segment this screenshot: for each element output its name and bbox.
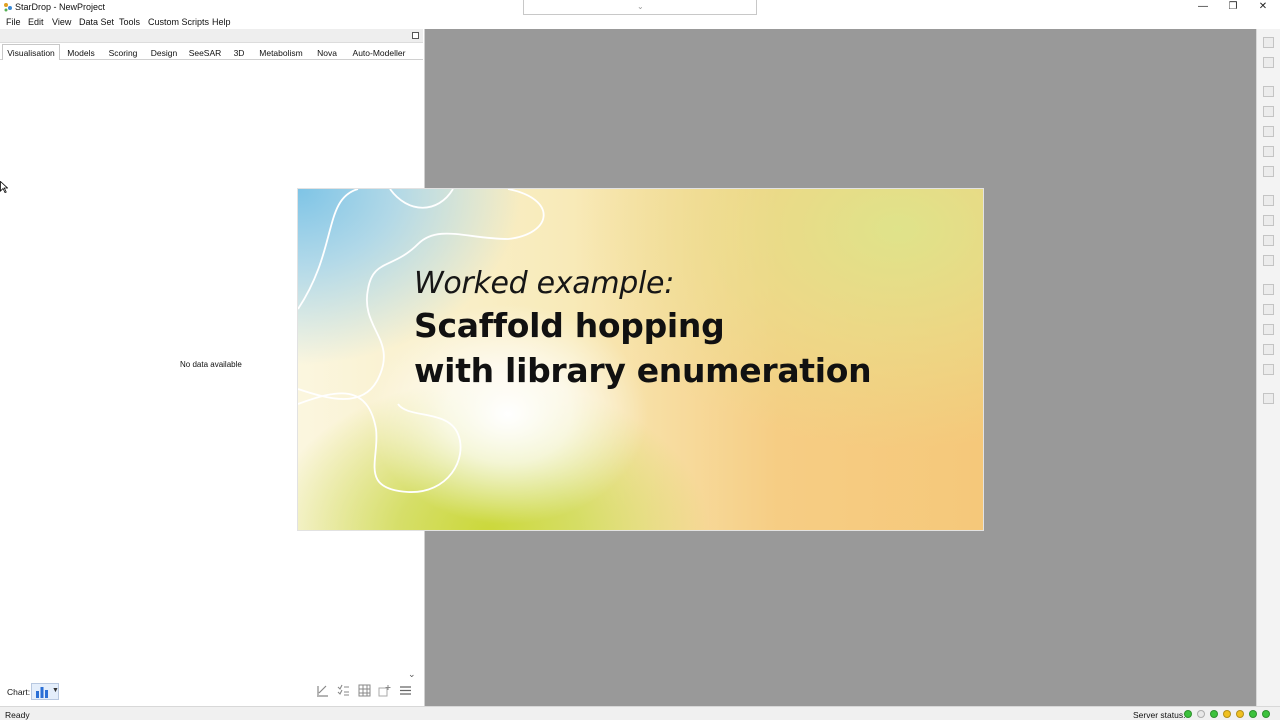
calculator-icon[interactable] <box>1263 235 1274 246</box>
tab-auto-modeller[interactable]: Auto-Modeller <box>349 46 409 60</box>
panel-tabs: Visualisation Models Scoring Design SeeS… <box>0 44 423 60</box>
chart-type-dropdown[interactable]: ▼ <box>31 683 59 700</box>
settings-icon[interactable] <box>1263 393 1274 404</box>
grid-view-icon[interactable] <box>358 684 371 697</box>
menu-data-set[interactable]: Data Set <box>79 17 114 27</box>
title-bar: StarDrop - NewProject ⌄ — ❐ ✕ <box>0 0 1280 15</box>
minimize-button[interactable]: — <box>1196 1 1210 13</box>
copy-icon[interactable] <box>1263 304 1274 315</box>
search-icon[interactable] <box>1263 195 1274 206</box>
menu-custom-scripts[interactable]: Custom Scripts <box>148 17 209 27</box>
panel-header <box>0 29 423 43</box>
float-panel-icon[interactable] <box>412 32 419 39</box>
right-toolbar <box>1256 29 1280 706</box>
dropdown-arrow-icon: ▼ <box>52 687 59 694</box>
server-status-light <box>1184 710 1192 718</box>
structure-icon[interactable] <box>1263 57 1274 68</box>
server-status-light <box>1249 710 1257 718</box>
server-status-light <box>1210 710 1218 718</box>
menu-bar: File Edit View Data Set Tools Custom Scr… <box>0 15 1280 29</box>
refresh-icon[interactable] <box>1263 344 1274 355</box>
function-icon[interactable] <box>1263 255 1274 266</box>
layout-icon[interactable] <box>1263 324 1274 335</box>
filter-icon[interactable] <box>1263 126 1274 137</box>
server-status-light <box>1236 710 1244 718</box>
empty-state-message: No data available <box>180 360 242 369</box>
menu-help[interactable]: Help <box>212 17 231 27</box>
chevron-down-icon[interactable]: ⌄ <box>408 669 416 680</box>
chart-type-label: Chart: <box>7 687 31 697</box>
status-bar: Ready Server status: <box>0 706 1280 720</box>
menu-edit[interactable]: Edit <box>28 17 44 27</box>
chevron-down-icon: ⌄ <box>637 2 644 11</box>
status-text: Ready <box>5 710 30 720</box>
funnel-icon[interactable] <box>1263 364 1274 375</box>
server-status-light <box>1262 710 1270 718</box>
menu-view[interactable]: View <box>52 17 71 27</box>
columns-icon[interactable] <box>1263 106 1274 117</box>
matrix-icon[interactable] <box>1263 166 1274 177</box>
mouse-cursor-icon <box>0 181 8 193</box>
close-button[interactable]: ✕ <box>1256 1 1270 13</box>
bar-chart-icon <box>36 687 48 698</box>
tab-3d[interactable]: 3D <box>230 46 248 60</box>
restore-button[interactable]: ❐ <box>1226 1 1240 13</box>
tab-nova[interactable]: Nova <box>314 46 340 60</box>
tab-scoring[interactable]: Scoring <box>106 46 140 60</box>
card-title-line-2: with library enumeration <box>414 351 872 390</box>
server-status-light <box>1223 710 1231 718</box>
card-title-line-1: Scaffold hopping <box>414 306 725 345</box>
checklist-icon[interactable] <box>337 684 350 697</box>
tab-metabolism[interactable]: Metabolism <box>256 46 306 60</box>
menu-tools[interactable]: Tools <box>119 17 140 27</box>
window-title: StarDrop - NewProject <box>15 2 106 12</box>
add-chart-icon[interactable] <box>378 684 391 697</box>
swap-icon[interactable] <box>1263 146 1274 157</box>
tab-seesar[interactable]: SeeSAR <box>188 46 222 60</box>
edit-chart-icon[interactable] <box>316 684 329 697</box>
rows-icon[interactable] <box>1263 284 1274 295</box>
table-view-icon[interactable] <box>1263 37 1274 48</box>
server-status-label: Server status: <box>1133 710 1186 720</box>
card-subtitle: Worked example: <box>414 266 675 301</box>
sort-icon[interactable] <box>1263 86 1274 97</box>
project-selector-dropdown[interactable]: ⌄ <box>523 0 757 15</box>
menu-icon[interactable] <box>399 684 412 697</box>
worked-example-title-card: Worked example: Scaffold hopping with li… <box>297 188 984 531</box>
menu-file[interactable]: File <box>6 17 21 27</box>
stardrop-logo-icon <box>4 3 12 12</box>
tab-models[interactable]: Models <box>64 46 98 60</box>
server-status-light <box>1197 710 1205 718</box>
tab-design[interactable]: Design <box>149 46 179 60</box>
select-columns-icon[interactable] <box>1263 215 1274 226</box>
tab-visualisation[interactable]: Visualisation <box>2 44 60 60</box>
